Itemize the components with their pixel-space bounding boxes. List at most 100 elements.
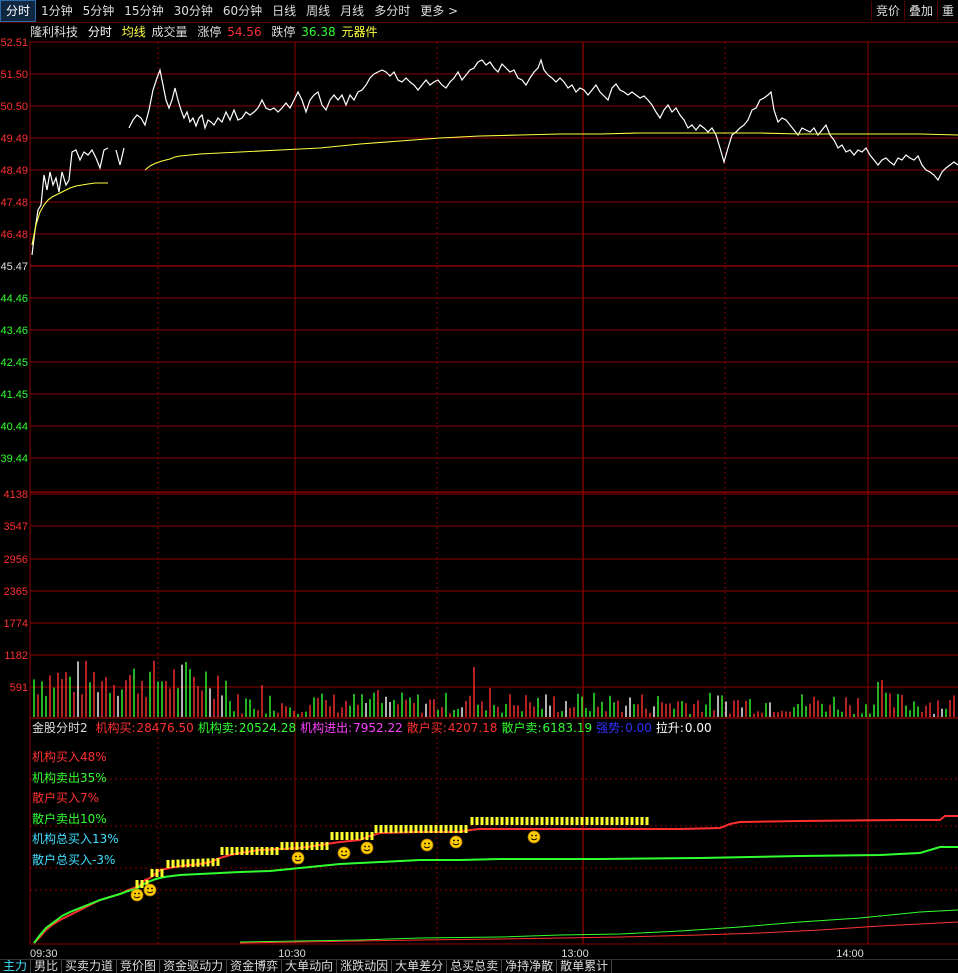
toolbar-button-1[interactable]: 叠加 bbox=[903, 1, 937, 21]
signal-block bbox=[490, 817, 494, 825]
signal-block bbox=[285, 842, 289, 850]
period-tab-7[interactable]: 周线 bbox=[301, 0, 335, 22]
signal-block bbox=[295, 842, 299, 850]
signal-block bbox=[510, 817, 514, 825]
indicator-legend-3: 散户卖出10% bbox=[32, 811, 107, 826]
signal-block bbox=[235, 847, 239, 855]
signal-block bbox=[345, 832, 349, 840]
smiley-icon bbox=[130, 888, 144, 902]
signal-block bbox=[540, 817, 544, 825]
signal-block bbox=[459, 825, 463, 833]
signal-block bbox=[340, 832, 344, 840]
signal-block bbox=[615, 817, 619, 825]
bottom-tab-4[interactable]: 资金驱动力 bbox=[160, 960, 228, 973]
toolbar-button-2[interactable]: 重 bbox=[936, 1, 958, 21]
period-tab-4[interactable]: 30分钟 bbox=[169, 0, 218, 22]
smiley-icon bbox=[449, 835, 463, 849]
signal-block bbox=[404, 825, 408, 833]
tab-intraday[interactable]: 分时 bbox=[88, 25, 112, 39]
bottom-tab-10[interactable]: 净持净散 bbox=[502, 960, 558, 973]
signal-block bbox=[379, 825, 383, 833]
price-axis-label: 49.49 bbox=[0, 133, 28, 145]
bottom-tab-5[interactable]: 资金博弈 bbox=[227, 960, 283, 973]
signal-block bbox=[206, 858, 210, 867]
period-tab-10[interactable]: 更多 > bbox=[415, 0, 463, 22]
bottom-tab-2[interactable]: 买卖力道 bbox=[62, 960, 118, 973]
signal-block bbox=[565, 817, 569, 825]
toolbar-button-0[interactable]: 竞价 bbox=[870, 1, 904, 21]
signal-block bbox=[275, 847, 279, 855]
smiley-eye bbox=[341, 850, 343, 853]
indicator-item-value: 20524.28 bbox=[238, 721, 297, 735]
price-axis-label: 46.48 bbox=[0, 229, 28, 241]
signal-block bbox=[384, 825, 388, 833]
signal-block bbox=[155, 869, 159, 877]
signal-block bbox=[625, 817, 629, 825]
indicator-item-6: 拉升:0.00 bbox=[656, 721, 712, 735]
signal-block bbox=[270, 847, 274, 855]
sector-label: 元器件 bbox=[341, 25, 378, 39]
smiley-eye bbox=[138, 892, 140, 895]
signal-block bbox=[135, 880, 139, 888]
signal-block bbox=[480, 817, 484, 825]
signal-block bbox=[394, 825, 398, 833]
limit-up-label: 涨停 bbox=[197, 25, 222, 39]
period-tab-0[interactable]: 分时 bbox=[0, 0, 37, 22]
period-tab-9[interactable]: 多分时 bbox=[369, 0, 415, 22]
signal-block bbox=[525, 817, 529, 825]
indicator-bar: 金股分时2 机构买:28476.50 机构卖:20524.28 机构进出:7952.… bbox=[32, 719, 716, 737]
signal-block bbox=[495, 817, 499, 825]
signal-block bbox=[550, 817, 554, 825]
indicator-item-4: 散户卖:6183.19 bbox=[501, 721, 592, 735]
signal-block bbox=[570, 817, 574, 825]
period-toolbar: 分时 1分钟 5分钟 15分钟 30分钟 60分钟 日线 周线 月线 多分时 更多 > 竞价 叠加重 bbox=[0, 0, 958, 23]
bottom-tab-0[interactable]: 主力 bbox=[0, 960, 32, 973]
indicator-item-value: 0.00 bbox=[625, 721, 652, 735]
price-axis-label: 40.44 bbox=[0, 421, 28, 433]
bottom-tab-1[interactable]: 男比 bbox=[31, 960, 63, 973]
bottom-tab-11[interactable]: 散单累计 bbox=[557, 960, 613, 973]
signal-block bbox=[444, 825, 448, 833]
smiley-icon bbox=[143, 883, 157, 897]
period-tab-5[interactable]: 60分钟 bbox=[218, 0, 267, 22]
bottom-tab-9[interactable]: 总买总卖 bbox=[447, 960, 503, 973]
bottom-tab-6[interactable]: 大单动向 bbox=[282, 960, 338, 973]
indicator-item-label: 散户卖: bbox=[501, 721, 542, 735]
signal-block bbox=[196, 858, 200, 867]
price-axis-label: 39.44 bbox=[0, 453, 28, 465]
signal-block bbox=[590, 817, 594, 825]
period-tab-2[interactable]: 5分钟 bbox=[78, 0, 120, 22]
signal-block bbox=[320, 842, 324, 850]
signal-block bbox=[610, 817, 614, 825]
signal-block bbox=[370, 832, 374, 840]
indicator-legend-5: 散户总买入-3% bbox=[32, 852, 116, 867]
indicator-legend-0: 机构买入48% bbox=[32, 750, 107, 764]
avg-line-legend: 均线 bbox=[121, 25, 146, 39]
signal-block bbox=[500, 817, 504, 825]
chart-canvas[interactable]: 52.51 51.50 50.50 49.49 48.49 47.48 46.48 45.47… bbox=[0, 0, 958, 972]
price-axis-label: 47.48 bbox=[0, 197, 28, 209]
bottom-tab-3[interactable]: 竞价图 bbox=[117, 960, 161, 973]
signal-block bbox=[350, 832, 354, 840]
limit-up-value: 54.56 bbox=[227, 25, 262, 39]
bottom-indicator-tabs: 主力 男比 买卖力道 竞价图 资金驱动力 资金博弈 大单动向 涨跌动因 大单差分 总买总卖 净持净散… bbox=[0, 959, 958, 973]
smiley-icon bbox=[420, 838, 434, 852]
period-tab-3[interactable]: 15分钟 bbox=[119, 0, 168, 22]
signal-block bbox=[389, 825, 393, 833]
period-tab-1[interactable]: 1分钟 bbox=[36, 0, 78, 22]
signal-block bbox=[454, 825, 458, 833]
indicator-item-value: 4207.18 bbox=[447, 721, 498, 735]
period-tab-8[interactable]: 月线 bbox=[335, 0, 369, 22]
signal-block bbox=[600, 817, 604, 825]
smiley-eye bbox=[424, 842, 426, 845]
signal-block bbox=[409, 825, 413, 833]
smiley-eye bbox=[345, 850, 347, 853]
signal-block bbox=[505, 817, 509, 825]
limit-down-label: 跌停 bbox=[271, 25, 296, 39]
bottom-tab-7[interactable]: 涨跌动因 bbox=[337, 960, 393, 973]
signal-block bbox=[585, 817, 589, 825]
period-tab-6[interactable]: 日线 bbox=[267, 0, 301, 22]
indicator-item-label: 强势: bbox=[596, 721, 625, 735]
average-line bbox=[31, 132, 958, 246]
bottom-tab-8[interactable]: 大单差分 bbox=[392, 960, 448, 973]
